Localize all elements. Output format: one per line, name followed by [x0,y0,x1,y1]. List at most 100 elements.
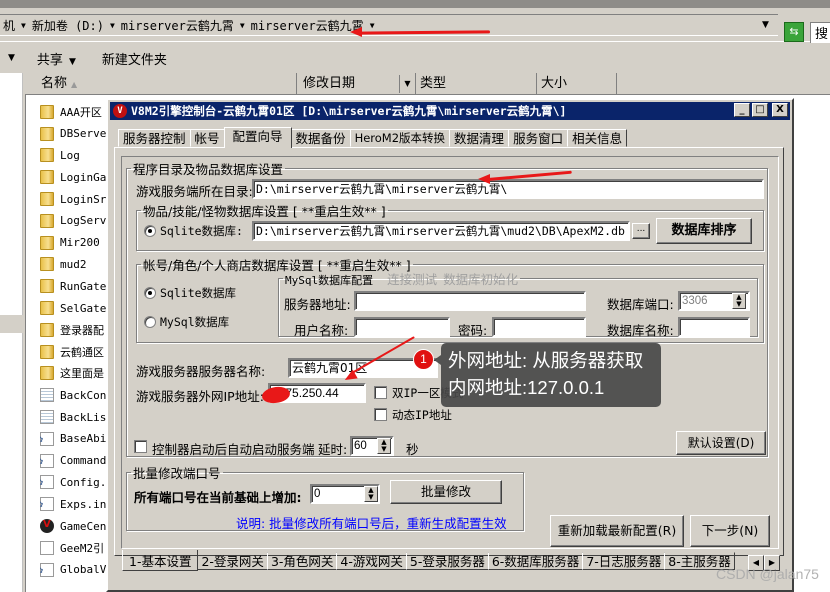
tab-top[interactable]: 数据备份 [290,129,351,147]
file-row[interactable]: BackLis [40,406,110,428]
column-modified[interactable]: 修改日期 ▼ [297,73,416,94]
tab-top[interactable]: HeroM2版本转换 [349,129,451,147]
breadcrumb-chevron-icon[interactable]: ▼ [107,21,118,30]
file-row[interactable]: LoginGa [40,166,110,188]
reload-config-button[interactable]: 重新加载最新配置(R) [550,515,684,547]
tab-top[interactable]: 服务器控制 [118,129,191,147]
file-row[interactable]: LoginSr [40,188,110,210]
batch-modify-button[interactable]: 批量修改 [390,480,502,504]
file-row[interactable]: 这里面是 [40,363,110,385]
search-input[interactable]: 搜 [810,22,830,44]
item-sqlite-radio[interactable] [144,225,156,237]
tab-top[interactable]: 相关信息 [567,129,628,147]
close-button[interactable]: X [772,103,788,117]
file-row[interactable]: Config. [40,472,110,494]
dual-ip-checkbox[interactable] [374,386,387,399]
file-row[interactable]: SelGate [40,297,110,319]
tab-bottom[interactable]: 3-角色网关 [266,552,338,570]
dynamic-ip-label: 动态IP地址 [392,408,452,422]
tab-bottom[interactable]: 7-日志服务器 [582,552,666,570]
password-input[interactable] [492,317,586,337]
breadcrumb-chevron-icon[interactable]: ▼ [237,21,248,30]
item-db-legend: 物品/技能/怪物数据库设置 [ **重启生效** ] [143,204,386,219]
file-row[interactable]: BaseAbi [40,428,110,450]
file-row[interactable]: mud2 [40,254,110,276]
next-step-button[interactable]: 下一步(N) [690,515,770,547]
address-bar: 机 ▼ 新加卷 (D:) ▼ mirserver云鹤九霄 ▼ mirserver… [0,8,830,44]
column-modified-label: 修改日期 [303,76,356,91]
file-row[interactable]: Mir200 [40,232,110,254]
browse-button[interactable]: ... [632,223,650,239]
breadcrumb-item[interactable]: 机 [0,17,18,34]
autostart-checkbox[interactable] [134,440,147,453]
tab-top[interactable]: 帐号 [189,129,225,147]
file-name: Mir200 [60,236,100,250]
db-init-link[interactable]: 数据库初始化 [443,272,518,287]
column-name[interactable]: 名称 ▲ [25,73,297,94]
file-row[interactable]: Log [40,145,110,167]
file-name: Exps.in [60,497,107,511]
tab-bottom[interactable]: 4-游戏网关 [336,552,407,570]
bottom-tab-strip: 1-基本设置 2-登录网关 3-角色网关 4-游戏网关 5-登录服务器 6-数据库服务器 7… [122,550,735,574]
file-row[interactable]: BackCon [40,384,110,406]
breadcrumb-item[interactable]: mirserver云鹤九霄 [118,17,237,34]
file-row[interactable]: AAA开区 [40,101,110,123]
tab-bottom[interactable]: 5-登录服务器 [405,552,489,570]
file-name: GameCen [60,519,107,533]
port-increment-spinner[interactable]: ▲ ▼ [364,486,378,502]
db-port-spinner[interactable]: ▲ ▼ [732,293,746,309]
tab-top[interactable]: 服务窗口 [508,129,569,147]
delay-spinner[interactable]: ▲ ▼ [377,438,391,454]
file-row[interactable]: GameCen [40,515,110,537]
address-history-dropdown-icon[interactable]: ▼ [762,20,769,30]
account-mysql-radio[interactable] [144,316,156,328]
breadcrumb-chevron-icon[interactable]: ▼ [367,21,378,30]
server-addr-input[interactable] [354,291,586,311]
new-folder-button[interactable]: 新建文件夹 [102,49,167,68]
refresh-button[interactable]: ⇆ [784,22,804,42]
file-row[interactable]: GeeM2引 [40,537,110,559]
minimize-button[interactable]: _ [734,103,750,117]
file-row[interactable]: DBServe [40,123,110,145]
file-row[interactable]: LogServ [40,210,110,232]
refresh-icon: ⇆ [789,25,799,38]
column-size[interactable]: 大小 [537,73,617,94]
column-type[interactable]: 类型 [416,73,537,94]
server-name-label: 游戏服务器服务器名称: [136,364,266,379]
tab-bottom[interactable]: 2-登录网关 [197,552,268,570]
breadcrumb-item[interactable]: mirserver云鹤九霄 [248,17,367,34]
default-settings-button[interactable]: 默认设置(D) [676,431,766,455]
account-sqlite-radio[interactable] [144,287,156,299]
tab-top[interactable]: 数据清理 [449,129,510,147]
file-row[interactable]: Exps.in [40,493,110,515]
connection-test-link[interactable]: 连接测试 [387,272,437,287]
username-label: 用户名称: [294,323,349,338]
navigation-pane[interactable] [0,73,23,592]
breadcrumb-item[interactable]: 新加卷 (D:) [29,17,107,34]
server-dir-input[interactable]: D:\mirserver云鹤九霄\mirserver云鹤九霄\ [252,179,764,199]
dynamic-ip-checkbox[interactable] [374,408,387,421]
file-row[interactable]: RunGate [40,275,110,297]
db-sort-button[interactable]: 数据库排序 [656,218,752,244]
folder-icon [40,192,54,207]
folder-icon [40,301,54,316]
breadcrumb-chevron-icon[interactable]: ▼ [18,21,29,30]
tab-bottom[interactable]: 1-基本设置 [122,550,199,571]
maximize-button[interactable]: □ [752,103,768,117]
title-bar[interactable]: V V8M2引擎控制台-云鹤九霄01区 [D:\mirserver云鹤九霄\mi… [110,102,790,120]
chevron-down-icon[interactable]: ▼ [399,75,415,93]
file-row[interactable]: 登录器配 [40,319,110,341]
file-row[interactable]: 云鹤通区 [40,341,110,363]
nav-selected-item[interactable] [0,315,23,333]
db-name-input[interactable] [678,317,750,337]
organize-dropdown-icon[interactable]: ▼ [8,53,15,63]
tab-top[interactable]: 配置向导 [223,127,292,148]
tab-bottom[interactable]: 6-数据库服务器 [487,552,584,570]
file-row[interactable]: Command [40,450,110,472]
file-name: mud2 [60,257,87,271]
item-db-path-input[interactable]: D:\mirserver云鹤九霄\mirserver云鹤九霄\mud2\DB\A… [252,221,630,241]
share-menu[interactable]: 共享 ▼ [37,49,76,68]
file-row[interactable]: GlobalV [40,559,110,581]
mysql-config-legend-text: MySql数据库配置 [285,274,374,287]
username-input[interactable] [354,317,450,337]
